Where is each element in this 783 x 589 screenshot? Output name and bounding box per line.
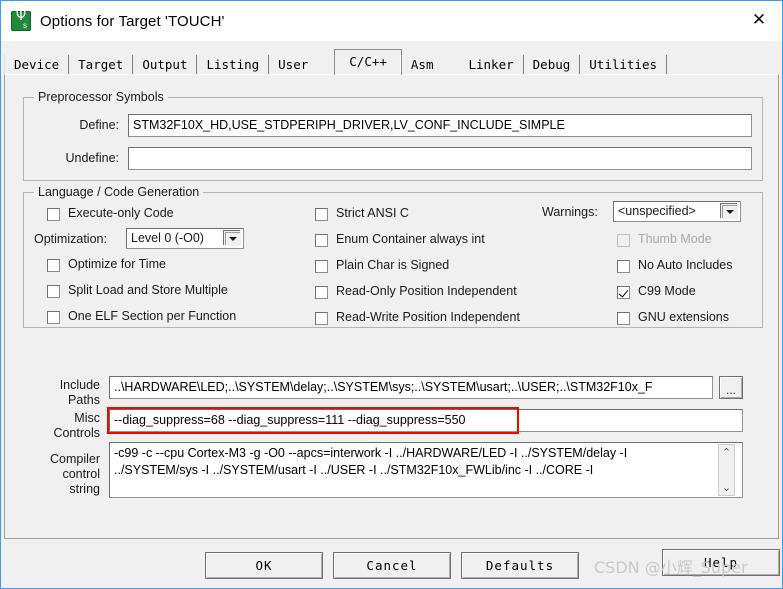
tab-output[interactable]: Output — [133, 55, 198, 76]
preprocessor-legend: Preprocessor Symbols — [34, 90, 168, 104]
preprocessor-symbols-group: Preprocessor Symbols Define: STM32F10X_H… — [23, 90, 763, 181]
compiler-control-label-line1: Compiler — [49, 452, 100, 466]
compiler-control-label-line3: string — [69, 482, 100, 496]
warnings-select[interactable]: <unspecified> — [613, 201, 741, 222]
label-plain-char-is-signed: Plain Char is Signed — [336, 258, 450, 272]
label-one-elf-section-per-function: One ELF Section per Function — [68, 309, 237, 323]
tab-linker[interactable]: Linker — [459, 55, 524, 76]
tab-target[interactable]: Target — [69, 55, 134, 76]
compiler-control-string-textarea[interactable]: -c99 -c --cpu Cortex-M3 -g -O0 --apcs=in… — [109, 442, 743, 498]
cancel-button[interactable]: Cancel — [333, 552, 451, 579]
label-read-only-position-independent: Read-Only Position Independent — [336, 284, 517, 298]
misc-controls-input[interactable]: --diag_suppress=68 --diag_suppress=111 -… — [109, 409, 743, 432]
label-thumb-mode: Thumb Mode — [638, 232, 712, 246]
warnings-value: <unspecified> — [618, 204, 696, 218]
chevron-down-icon[interactable] — [721, 204, 738, 219]
tab-asm[interactable]: Asm — [401, 55, 460, 76]
tab-user[interactable]: User — [269, 55, 335, 76]
defaults-button[interactable]: Defaults — [461, 552, 579, 579]
label-read-write-position-independent: Read-Write Position Independent — [336, 310, 520, 324]
dialog-title: Options for Target 'TOUCH' — [40, 12, 225, 30]
label-split-load-and-store-multiple: Split Load and Store Multiple — [68, 283, 228, 297]
ok-button[interactable]: OK — [205, 552, 323, 579]
label-enum-container-always-int: Enum Container always int — [336, 232, 485, 246]
optimization-select[interactable]: Level 0 (-O0) — [126, 228, 244, 249]
optimization-label: Optimization: — [34, 232, 107, 246]
label-c99-mode: C99 Mode — [638, 284, 696, 298]
checkbox-execute-only-code[interactable] — [47, 208, 60, 221]
compiler-string-scrollbar[interactable]: ⌃ ⌄ — [718, 444, 735, 496]
label-no-auto-includes: No Auto Includes — [638, 258, 733, 272]
checkbox-one-elf-section-per-function[interactable] — [47, 311, 60, 324]
label-strict-ansi-c: Strict ANSI C — [336, 206, 409, 220]
tab-debug[interactable]: Debug — [523, 55, 581, 76]
compiler-string-line-2: ../SYSTEM/sys -I ../SYSTEM/usart -I ../U… — [114, 463, 594, 477]
compiler-string-line-1: -c99 -c --cpu Cortex-M3 -g -O0 --apcs=in… — [114, 446, 628, 460]
label-optimize-for-time: Optimize for Time — [68, 257, 166, 271]
checkbox-enum-container-always-int[interactable] — [315, 234, 328, 247]
chevron-down-icon[interactable] — [224, 231, 241, 246]
undefine-label: Undefine: — [65, 151, 119, 165]
tab-utilities[interactable]: Utilities — [580, 55, 668, 76]
checkbox-plain-char-is-signed[interactable] — [315, 260, 328, 273]
optimization-value: Level 0 (-O0) — [131, 231, 204, 245]
checkbox-c99-mode[interactable] — [617, 286, 630, 299]
misc-controls-label-line1: Misc — [74, 411, 100, 425]
uvision-icon — [11, 9, 31, 31]
define-input[interactable]: STM32F10X_HD,USE_STDPERIPH_DRIVER,LV_CON… — [128, 114, 752, 137]
include-paths-input[interactable]: ..\HARDWARE\LED;..\SYSTEM\delay;..\SYSTE… — [109, 376, 713, 399]
language-legend: Language / Code Generation — [34, 185, 204, 199]
include-paths-label-line1: Include — [59, 378, 100, 392]
checkbox-read-only-position-independent[interactable] — [315, 286, 328, 299]
label-execute-only-code: Execute-only Code — [68, 206, 174, 220]
tab-c-cpp[interactable]: C/C++ — [334, 49, 402, 75]
misc-controls-label-line2: Controls — [53, 426, 100, 440]
undefine-input[interactable] — [128, 147, 752, 170]
checkbox-read-write-position-independent[interactable] — [315, 312, 328, 325]
tab-listing[interactable]: Listing — [197, 55, 270, 76]
scroll-down-icon[interactable]: ⌄ — [719, 480, 734, 495]
tab-bar: Device Target Output Listing User C/C++ … — [4, 49, 779, 76]
checkbox-thumb-mode — [617, 234, 630, 247]
compiler-control-label-line2: control — [62, 467, 100, 481]
checkbox-optimize-for-time[interactable] — [47, 259, 60, 272]
tab-device[interactable]: Device — [4, 55, 70, 76]
include-paths-label-line2: Paths — [68, 393, 100, 407]
title-bar: Options for Target 'TOUCH' ✕ — [1, 1, 782, 41]
scroll-up-icon[interactable]: ⌃ — [719, 445, 734, 460]
checkbox-gnu-extensions[interactable] — [617, 312, 630, 325]
close-icon[interactable]: ✕ — [736, 1, 782, 39]
options-dialog: Options for Target 'TOUCH' ✕ Device Targ… — [0, 0, 783, 589]
checkbox-no-auto-includes[interactable] — [617, 260, 630, 273]
language-code-generation-group: Language / Code Generation Execute-only … — [23, 185, 763, 328]
label-gnu-extensions: GNU extensions — [638, 310, 730, 324]
include-paths-browse-button[interactable]: ... — [719, 376, 743, 399]
checkbox-split-load-and-store-multiple[interactable] — [47, 285, 60, 298]
help-button[interactable]: Help — [662, 549, 780, 576]
define-label: Define: — [79, 118, 119, 132]
checkbox-strict-ansi-c[interactable] — [315, 208, 328, 221]
warnings-label: Warnings: — [542, 205, 598, 219]
c-cpp-tab-page: Preprocessor Symbols Define: STM32F10X_H… — [4, 74, 779, 539]
